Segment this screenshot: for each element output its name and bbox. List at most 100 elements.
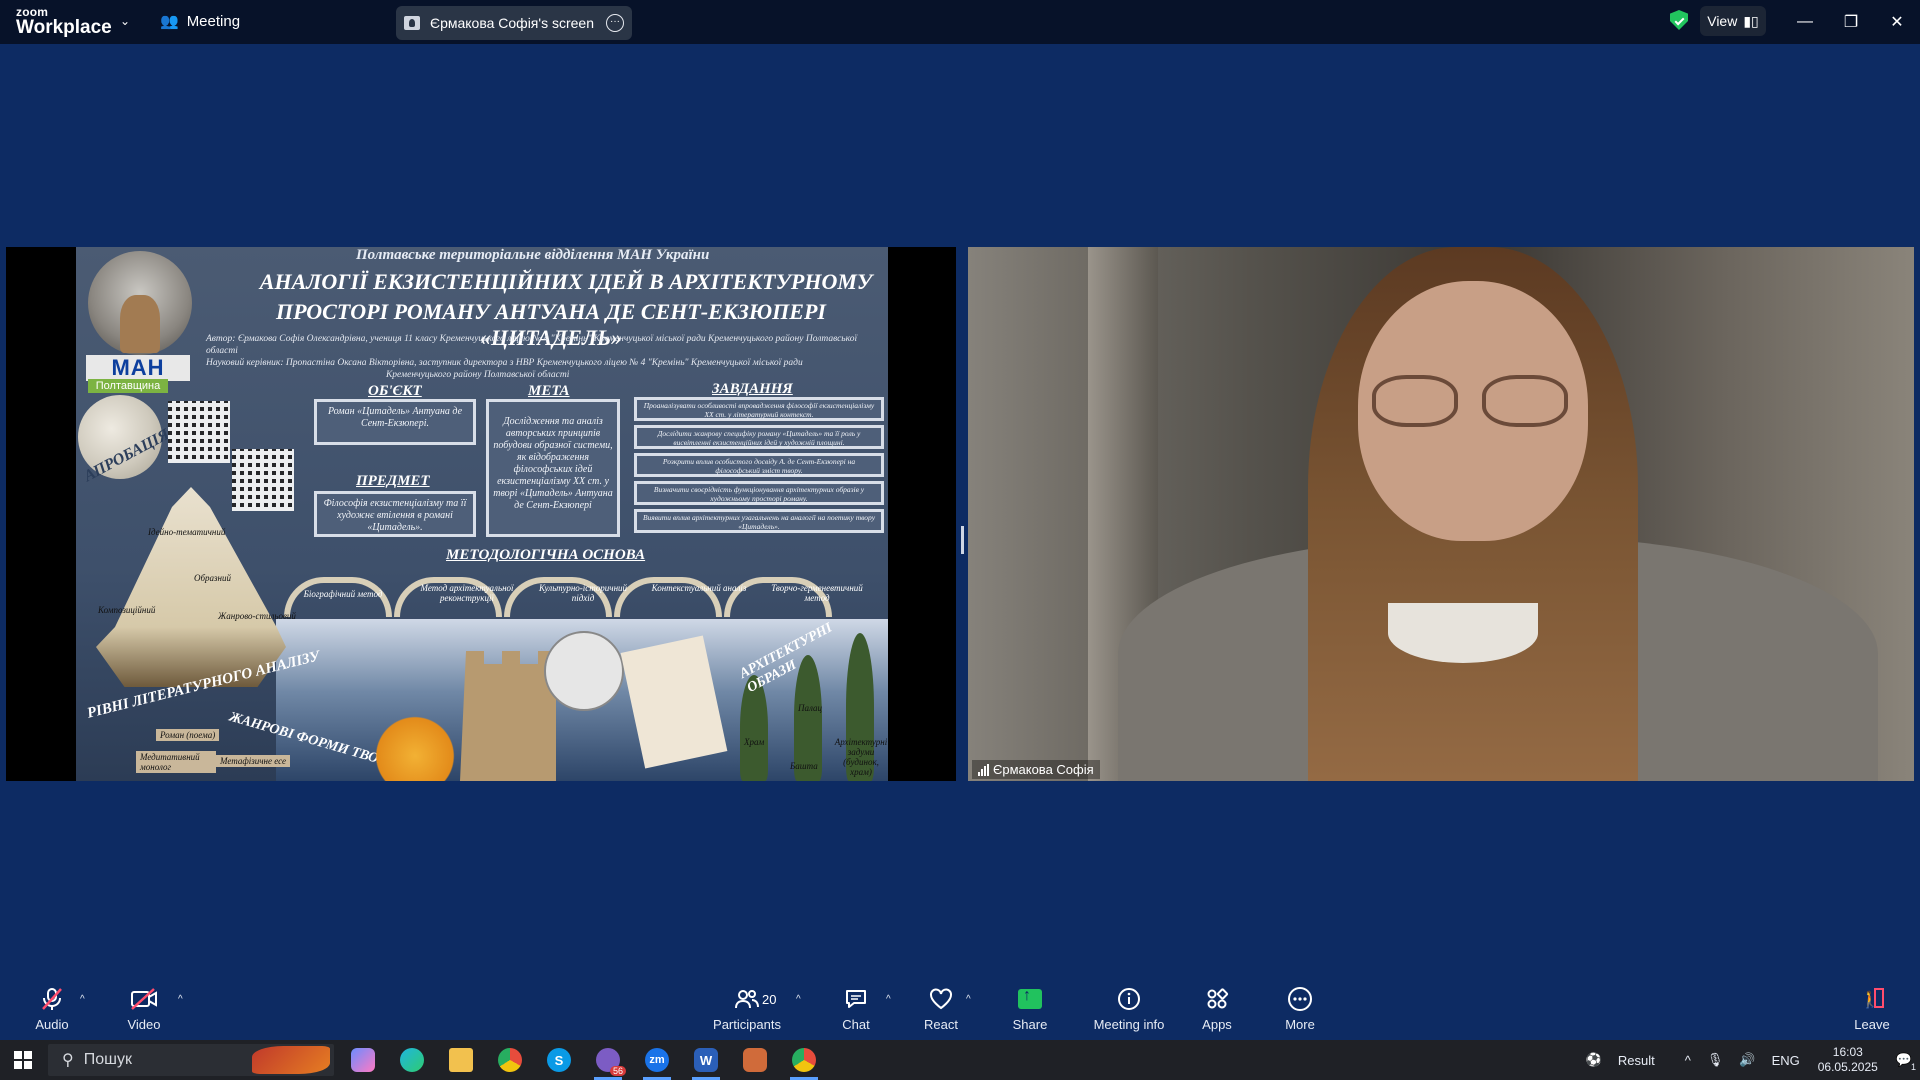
heart-icon — [927, 987, 955, 1011]
minimize-button[interactable]: — — [1782, 0, 1828, 44]
more-button[interactable]: More — [1260, 980, 1340, 1040]
more-options-icon[interactable]: ··· — [606, 14, 624, 32]
participant-video[interactable]: Єрмакова Софія — [968, 247, 1914, 781]
genre-label: Метафізичне есе — [216, 755, 291, 767]
video-button[interactable]: Video — [104, 980, 184, 1040]
leave-label: Leave — [1854, 1017, 1890, 1032]
task-item: Дослідити жанрову специфіку роману «Цита… — [634, 425, 884, 449]
man-logo: МАН — [86, 355, 190, 381]
object-box: Роман «Цитадель» Антуана де Сент-Екзюпер… — [314, 399, 476, 445]
tray-overflow-chevron-icon[interactable]: ^ — [1685, 1053, 1691, 1068]
file-explorer-app-icon[interactable] — [441, 1044, 481, 1076]
level-label: Композиційний — [98, 605, 156, 615]
view-button[interactable]: View ▮▯ — [1700, 6, 1766, 36]
media-player-app-icon[interactable] — [735, 1044, 775, 1076]
chat-options-chevron-icon[interactable]: ^ — [886, 994, 891, 1005]
close-button[interactable]: ✕ — [1874, 0, 1920, 44]
word-app-icon[interactable]: W — [686, 1044, 726, 1080]
windows-start-icon[interactable] — [14, 1051, 32, 1069]
audio-button[interactable]: Audio — [12, 980, 92, 1040]
chrome-profile-app-icon[interactable] — [784, 1044, 824, 1080]
slide-org: Полтавське територіальне відділення МАН … — [356, 247, 710, 263]
result-widget-icon[interactable]: ⚽ — [1586, 1052, 1602, 1068]
chevron-down-icon[interactable]: ⌄ — [120, 14, 130, 28]
object-header: ОБ'ЄКТ — [368, 383, 422, 399]
clock-image — [544, 631, 624, 711]
split-view-handle[interactable] — [961, 526, 964, 554]
method-item: Біографічний метод — [303, 589, 383, 599]
react-options-chevron-icon[interactable]: ^ — [966, 994, 971, 1005]
copilot-app-icon[interactable] — [343, 1044, 383, 1076]
skype-label: S — [547, 1048, 571, 1072]
participants-icon — [733, 987, 761, 1011]
participants-icon: 👥 — [160, 13, 179, 30]
meeting-info-label: Meeting info — [1093, 1017, 1165, 1032]
method-item: Творчо-герменевтичний метод — [771, 583, 863, 603]
arch-label: Храм — [744, 737, 765, 747]
zoom-app-icon[interactable]: zm — [637, 1044, 677, 1080]
qr-code-1 — [168, 401, 230, 463]
info-icon — [1115, 987, 1143, 1011]
meeting-tab-label: Meeting — [186, 12, 241, 30]
taskbar-search[interactable]: ⚲ Пошук — [48, 1044, 334, 1076]
meeting-info-button[interactable]: Meeting info — [1089, 980, 1169, 1040]
participants-options-chevron-icon[interactable]: ^ — [796, 994, 801, 1005]
notifications-icon[interactable]: 💬 1 — [1896, 1052, 1916, 1072]
participants-count: 20 — [762, 992, 777, 1007]
sailing-ship-image — [96, 487, 286, 687]
more-label: More — [1285, 1017, 1315, 1032]
video-wall — [968, 247, 1108, 781]
edge-app-icon[interactable] — [392, 1044, 432, 1076]
muted-mic-icon — [38, 987, 66, 1011]
view-label: View — [1707, 13, 1738, 29]
search-placeholder: Пошук — [83, 1051, 132, 1068]
task-item: Розкрити вплив особистого досвіду А. де … — [634, 453, 884, 477]
video-person-glasses — [1366, 375, 1578, 431]
leave-icon-wrap: 🚶 — [1858, 987, 1886, 1011]
level-label: Жанрово-стильовий — [218, 611, 296, 621]
genre-label: Роман (поема) — [156, 729, 220, 741]
chrome-app-icon[interactable] — [490, 1044, 530, 1076]
microphone-tray-icon[interactable]: 🎙 — [1707, 1052, 1724, 1068]
author-photo — [88, 251, 192, 355]
participants-label: Participants — [713, 1017, 781, 1032]
methods-header: МЕТОДОЛОГІЧНА ОСНОВА — [446, 547, 646, 563]
video-options-chevron-icon[interactable]: ^ — [178, 994, 183, 1005]
clock-date: 06.05.2025 — [1817, 1060, 1878, 1074]
video-off-icon — [130, 987, 158, 1011]
chat-label: Chat — [842, 1017, 870, 1032]
result-widget-label[interactable]: Result — [1618, 1053, 1655, 1068]
language-indicator[interactable]: ENG — [1772, 1053, 1800, 1068]
skype-app-icon[interactable]: S — [539, 1044, 579, 1076]
zoom-workplace-logo[interactable]: zoom Workplace — [16, 6, 112, 37]
speaker-icon[interactable]: 🔊 — [1739, 1052, 1755, 1068]
meeting-tab[interactable]: 👥 Meeting — [160, 12, 241, 31]
audio-options-chevron-icon[interactable]: ^ — [80, 994, 85, 1005]
task-item: Визначити своєрідність функціонування ар… — [634, 481, 884, 505]
taskbar-clock[interactable]: 16:03 06.05.2025 — [1818, 1045, 1878, 1075]
goal-header: МЕТА — [528, 383, 570, 399]
zoom-app-label: zm — [645, 1048, 669, 1072]
react-button[interactable]: React — [901, 980, 981, 1040]
qr-code-2 — [232, 449, 294, 511]
share-button[interactable]: Share — [990, 980, 1070, 1040]
screen-share-tab[interactable]: Єрмакова Софія's screen ··· — [396, 6, 632, 40]
title-bar: zoom Workplace ⌄ 👥 Meeting Єрмакова Софі… — [0, 0, 1920, 44]
shared-screen[interactable]: МАН Полтавщина АПРОБАЦІЯ Полтавське тери… — [6, 247, 956, 781]
share-label: Share — [1012, 1017, 1048, 1032]
genre-label: Медитативний монолог — [136, 751, 216, 773]
share-icon-wrap — [1016, 987, 1044, 1011]
leave-button[interactable]: 🚶 Leave — [1832, 980, 1912, 1040]
windows-taskbar: ⚲ Пошук S 56 zm W ⚽ Result ^ 🎙 🔊 ENG 16:… — [0, 1040, 1920, 1080]
subject-box: Філософія екзистенціалізму та її художнє… — [314, 491, 476, 537]
chat-button[interactable]: Chat — [816, 980, 896, 1040]
method-item: Контекстуальний аналіз — [651, 583, 747, 593]
restore-button[interactable]: ❐ — [1828, 0, 1874, 44]
apps-button[interactable]: Apps — [1177, 980, 1257, 1040]
search-icon: ⚲ — [62, 1052, 74, 1069]
participants-button[interactable]: Participants — [707, 980, 787, 1040]
brand-bottom: Workplace — [16, 17, 112, 38]
viber-app-icon[interactable]: 56 — [588, 1044, 628, 1080]
encryption-shield-icon[interactable] — [1670, 10, 1688, 30]
participant-name: Єрмакова Софія — [993, 762, 1094, 777]
